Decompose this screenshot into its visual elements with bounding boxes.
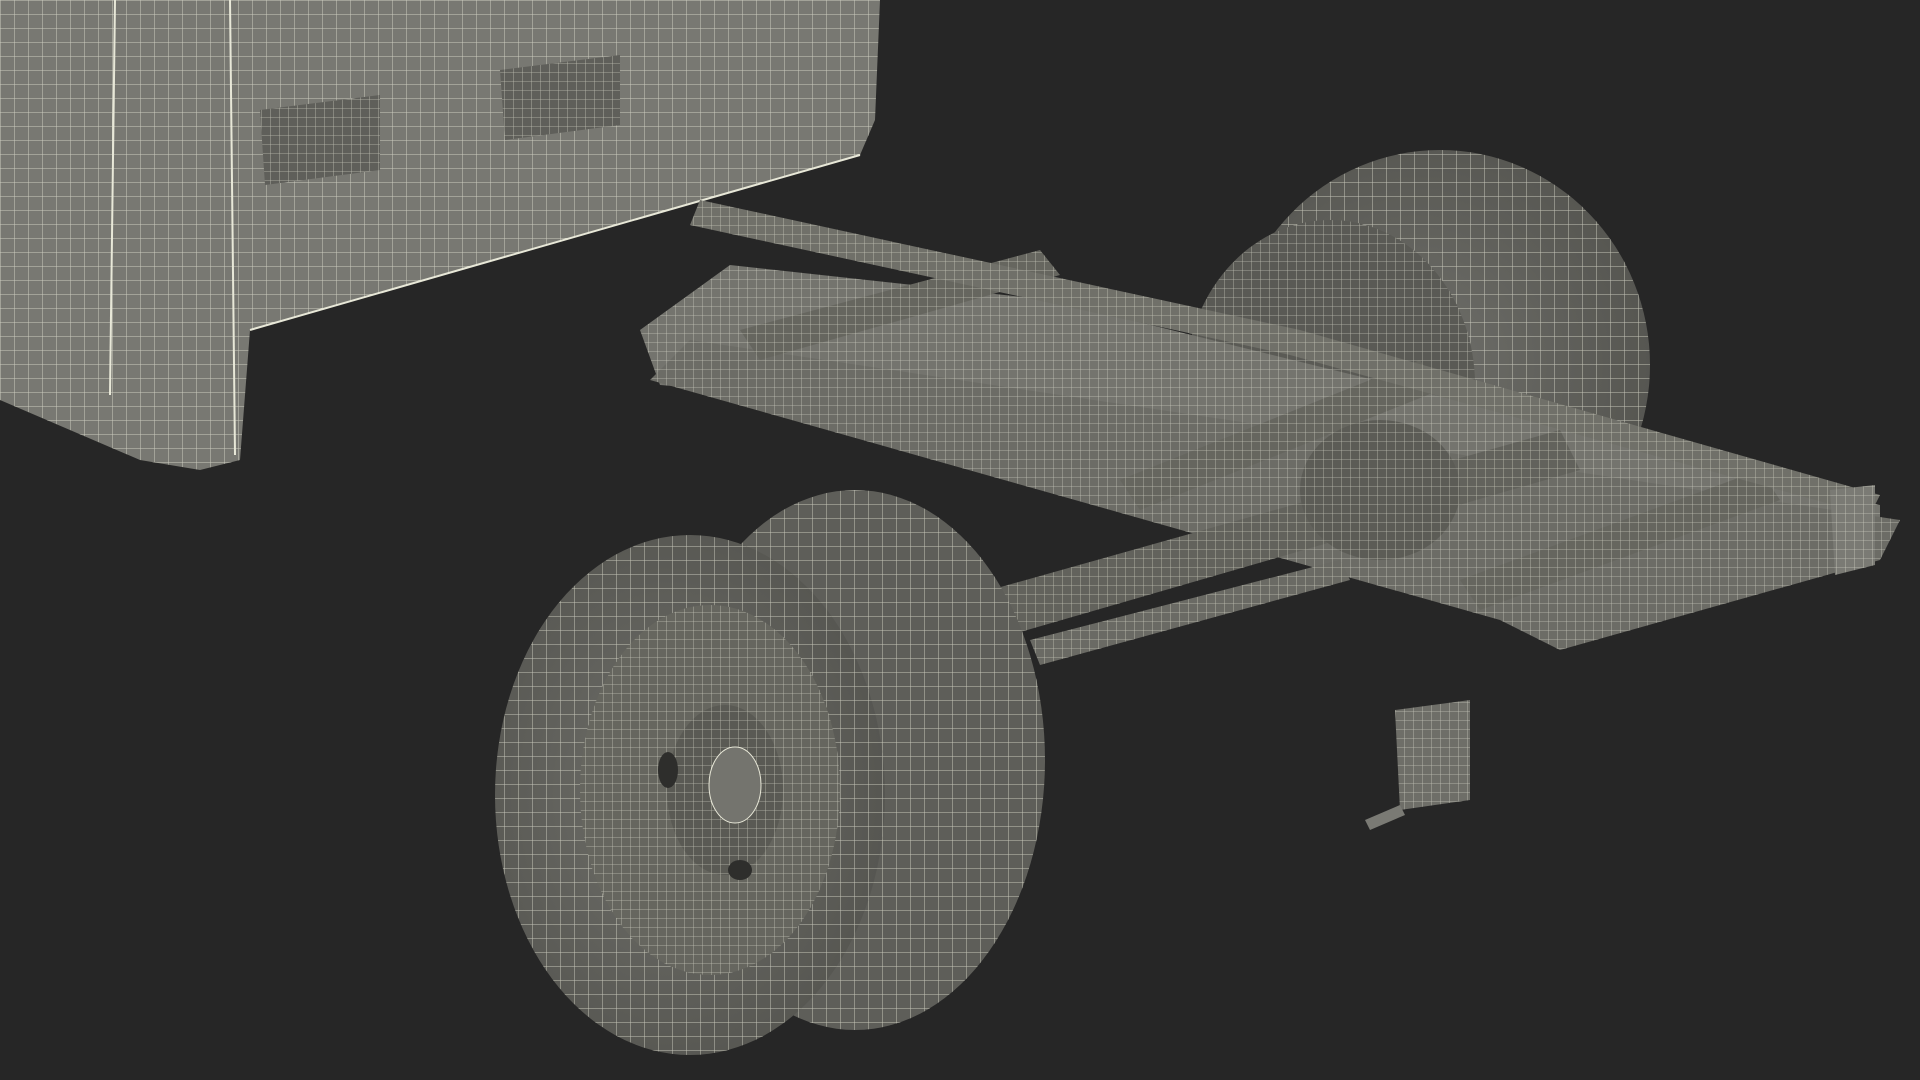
wireframe-render: [0, 0, 1920, 1080]
render-viewport: [0, 0, 1920, 1080]
